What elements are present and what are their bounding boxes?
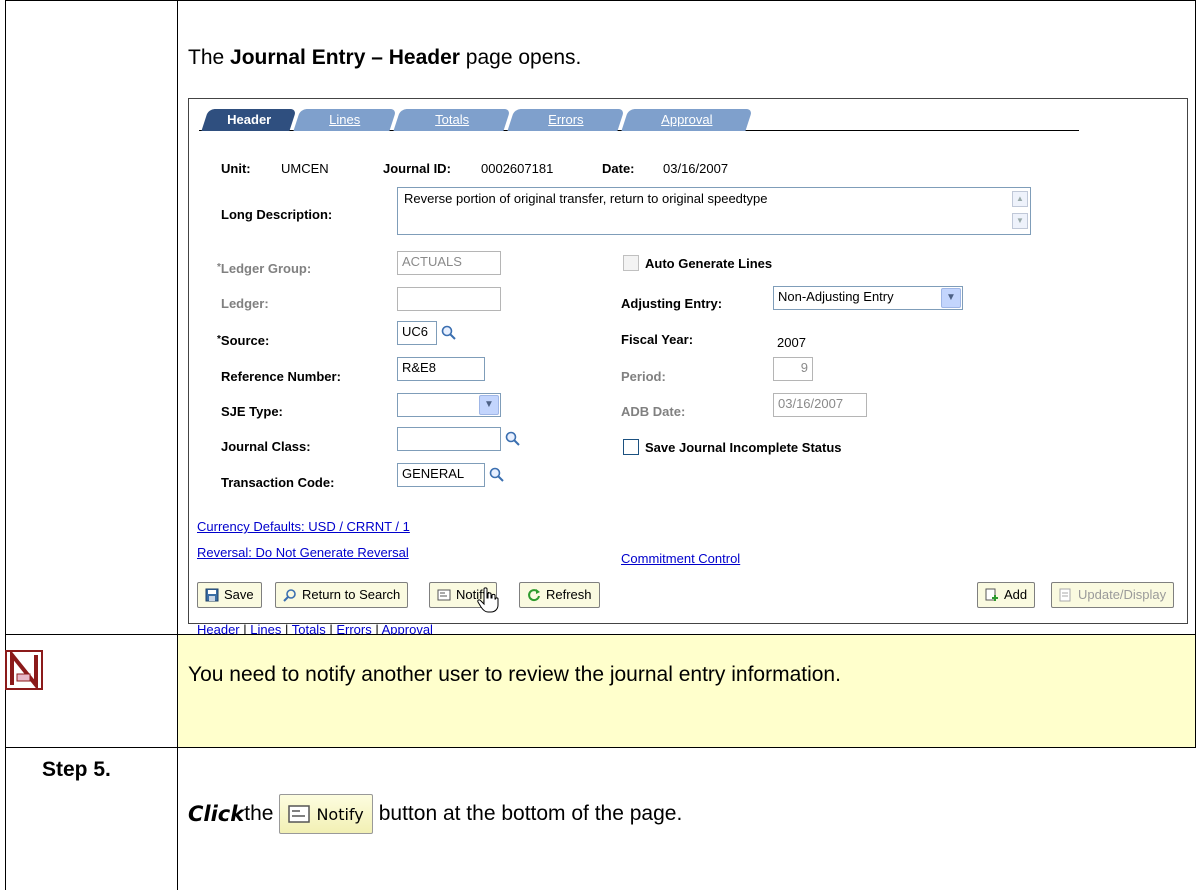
update-display-button: Update/Display [1051, 582, 1175, 608]
textarea-scrollbar[interactable]: ▲ ▼ [1012, 191, 1028, 231]
table-right-border [1195, 0, 1196, 748]
source-field[interactable]: UC6 [397, 321, 437, 345]
notify-icon [288, 805, 311, 823]
step-instruction: Click the Notify button at the bottom of… [188, 794, 682, 834]
tab-bar: Header Lines Totals Errors Approval [199, 109, 1079, 131]
note-text: You need to notify another user to revie… [188, 663, 841, 686]
date-label: Date: [602, 161, 635, 176]
table-top-border [5, 0, 1196, 1]
intro-text: The Journal Entry – Header page opens. [188, 46, 582, 69]
update-display-icon [1059, 588, 1071, 602]
sje-type-select[interactable]: ▼ [397, 393, 501, 417]
source-lookup-icon[interactable] [441, 325, 457, 341]
ledger-field [397, 287, 501, 311]
period-field: 9 [773, 357, 813, 381]
tab-errors[interactable]: Errors [507, 109, 625, 131]
search-icon [283, 589, 296, 602]
chevron-down-icon[interactable]: ▼ [479, 395, 499, 415]
save-incomplete-label: Save Journal Incomplete Status [645, 440, 842, 455]
auto-generate-lines-label: Auto Generate Lines [645, 256, 773, 271]
refresh-icon [528, 589, 540, 602]
tab-totals[interactable]: Totals [393, 109, 511, 131]
tab-approval[interactable]: Approval [621, 109, 753, 131]
commitment-control-link[interactable]: Commitment Control [621, 551, 740, 566]
adjusting-entry-label: Adjusting Entry: [621, 296, 723, 311]
source-label: *Source: [217, 333, 270, 348]
unit-value: UMCEN [281, 161, 329, 176]
date-value: 03/16/2007 [663, 161, 729, 176]
ledger-group-field: ACTUALS [397, 251, 501, 275]
hand-cursor-icon [477, 587, 499, 613]
save-button[interactable]: Save [197, 582, 262, 608]
table-row-divider [5, 747, 1196, 748]
fiscal-year-value: 2007 [777, 335, 806, 350]
step-label: Step 5. [42, 758, 111, 781]
journal-id-label: Journal ID: [383, 161, 451, 176]
reversal-link[interactable]: Reversal: Do Not Generate Reversal [197, 545, 409, 560]
reference-number-label: Reference Number: [221, 369, 341, 384]
sje-type-label: SJE Type: [221, 404, 283, 419]
table-column-divider [177, 0, 178, 890]
scroll-down-icon[interactable]: ▼ [1012, 213, 1028, 229]
auto-generate-lines-checkbox [623, 255, 639, 271]
currency-defaults-link[interactable]: Currency Defaults: USD / CRRNT / 1 [197, 519, 410, 534]
table-left-border [5, 0, 6, 890]
long-description-label: Long Description: [221, 207, 333, 222]
save-incomplete-checkbox[interactable] [623, 439, 639, 455]
journal-entry-screenshot: Header Lines Totals Errors Approval Unit… [188, 98, 1188, 637]
transaction-code-label: Transaction Code: [221, 475, 335, 490]
add-button[interactable]: Add [977, 582, 1036, 608]
scroll-up-icon[interactable]: ▲ [1012, 191, 1028, 207]
tab-header[interactable]: Header [201, 109, 297, 131]
notify-icon [437, 589, 451, 601]
fiscal-year-label: Fiscal Year: [621, 332, 694, 347]
add-icon [985, 588, 998, 601]
adb-date-label: ADB Date: [621, 404, 686, 419]
return-to-search-button[interactable]: Return to Search [275, 582, 409, 608]
note-icon [5, 650, 43, 690]
chevron-down-icon[interactable]: ▼ [941, 288, 961, 308]
journal-class-lookup-icon[interactable] [505, 431, 521, 447]
journal-class-field[interactable] [397, 427, 501, 451]
notify-button-illustration: Notify [279, 794, 373, 834]
journal-class-label: Journal Class: [221, 439, 311, 454]
refresh-button[interactable]: Refresh [519, 582, 600, 608]
journal-id-value: 0002607181 [481, 161, 554, 176]
ledger-group-label: *Ledger Group: [217, 261, 312, 276]
long-description-value: Reverse portion of original transfer, re… [404, 191, 768, 206]
tab-lines[interactable]: Lines [293, 109, 397, 131]
save-icon [205, 588, 219, 602]
adjusting-entry-select[interactable]: Non-Adjusting Entry ▼ [773, 286, 963, 310]
transaction-code-field[interactable]: GENERAL [397, 463, 485, 487]
period-label: Period: [621, 369, 666, 384]
ledger-label: Ledger: [221, 296, 269, 311]
transaction-code-lookup-icon[interactable] [489, 467, 505, 483]
long-description-field[interactable]: Reverse portion of original transfer, re… [397, 187, 1031, 235]
note-background [178, 635, 1195, 747]
adb-date-field: 03/16/2007 [773, 393, 867, 417]
reference-number-field[interactable]: R&E8 [397, 357, 485, 381]
unit-label: Unit: [221, 161, 251, 176]
